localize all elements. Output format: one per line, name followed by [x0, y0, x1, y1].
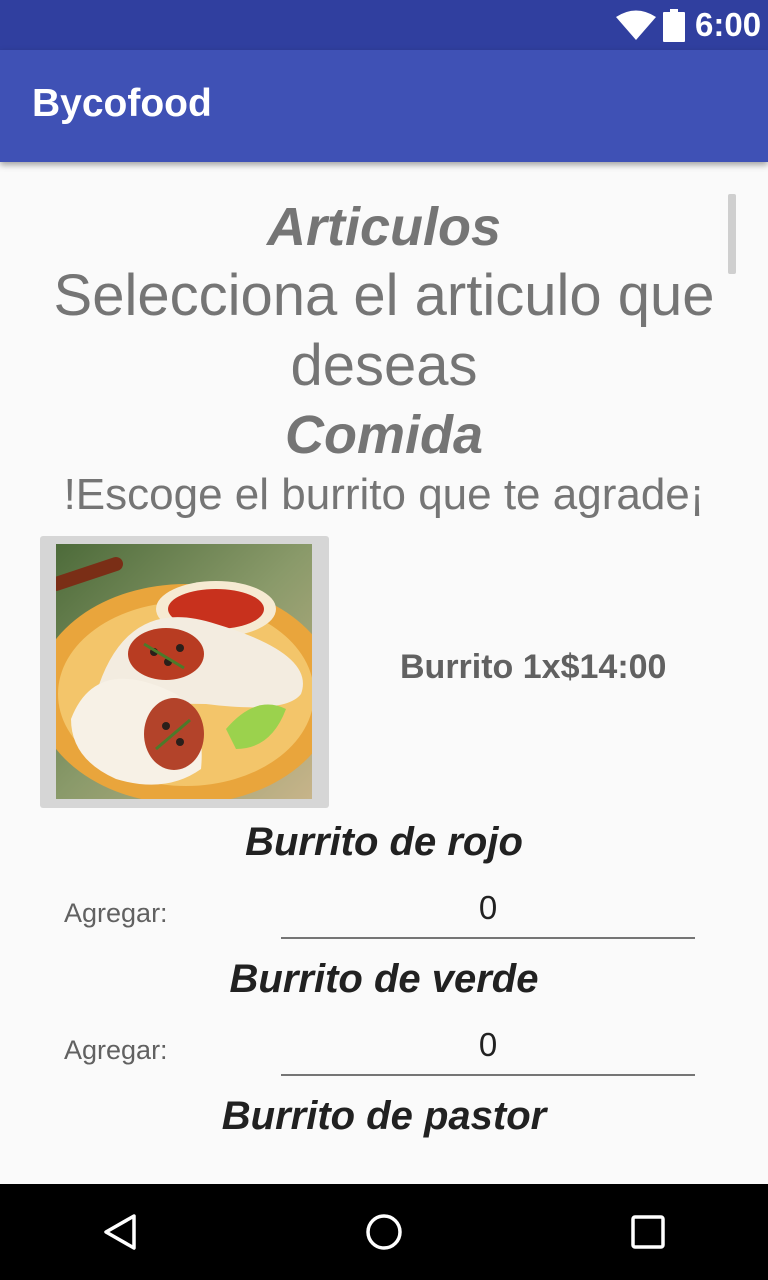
wifi-icon: [616, 10, 656, 40]
app-title: Bycofood: [32, 82, 212, 125]
status-bar: 6:00: [0, 0, 768, 50]
add-label-verde: Agregar:: [64, 1035, 168, 1065]
back-icon[interactable]: [100, 1212, 140, 1252]
item-name-verde: Burrito de verde: [229, 957, 539, 1001]
status-time: 6:00: [695, 6, 762, 43]
burrito-image: [56, 544, 312, 799]
quantity-input-verde[interactable]: 0: [281, 1018, 695, 1076]
add-label-rojo: Agregar:: [64, 898, 168, 928]
home-icon[interactable]: [364, 1212, 404, 1252]
app-bar: Bycofood: [0, 50, 768, 162]
category-heading: Comida: [284, 405, 484, 465]
scroll-content[interactable]: Articulos Selecciona el articulo que des…: [0, 162, 768, 1184]
product-image-card[interactable]: [40, 536, 329, 808]
item-name-pastor: Burrito de pastor: [221, 1094, 547, 1138]
subtitle-line-1: Selecciona el articulo que: [53, 263, 715, 328]
product-price: Burrito 1x$14:00: [400, 648, 667, 686]
quantity-input-rojo[interactable]: 0: [281, 881, 695, 939]
prompt-text: !Escoge el burrito que te agrade¡: [63, 470, 705, 519]
subtitle-line-2: deseas: [290, 333, 478, 398]
section-heading: Articulos: [266, 197, 502, 257]
navigation-bar: [0, 1184, 768, 1280]
item-name-rojo: Burrito de rojo: [245, 820, 523, 864]
recents-icon[interactable]: [628, 1212, 668, 1252]
battery-icon: [663, 9, 685, 42]
